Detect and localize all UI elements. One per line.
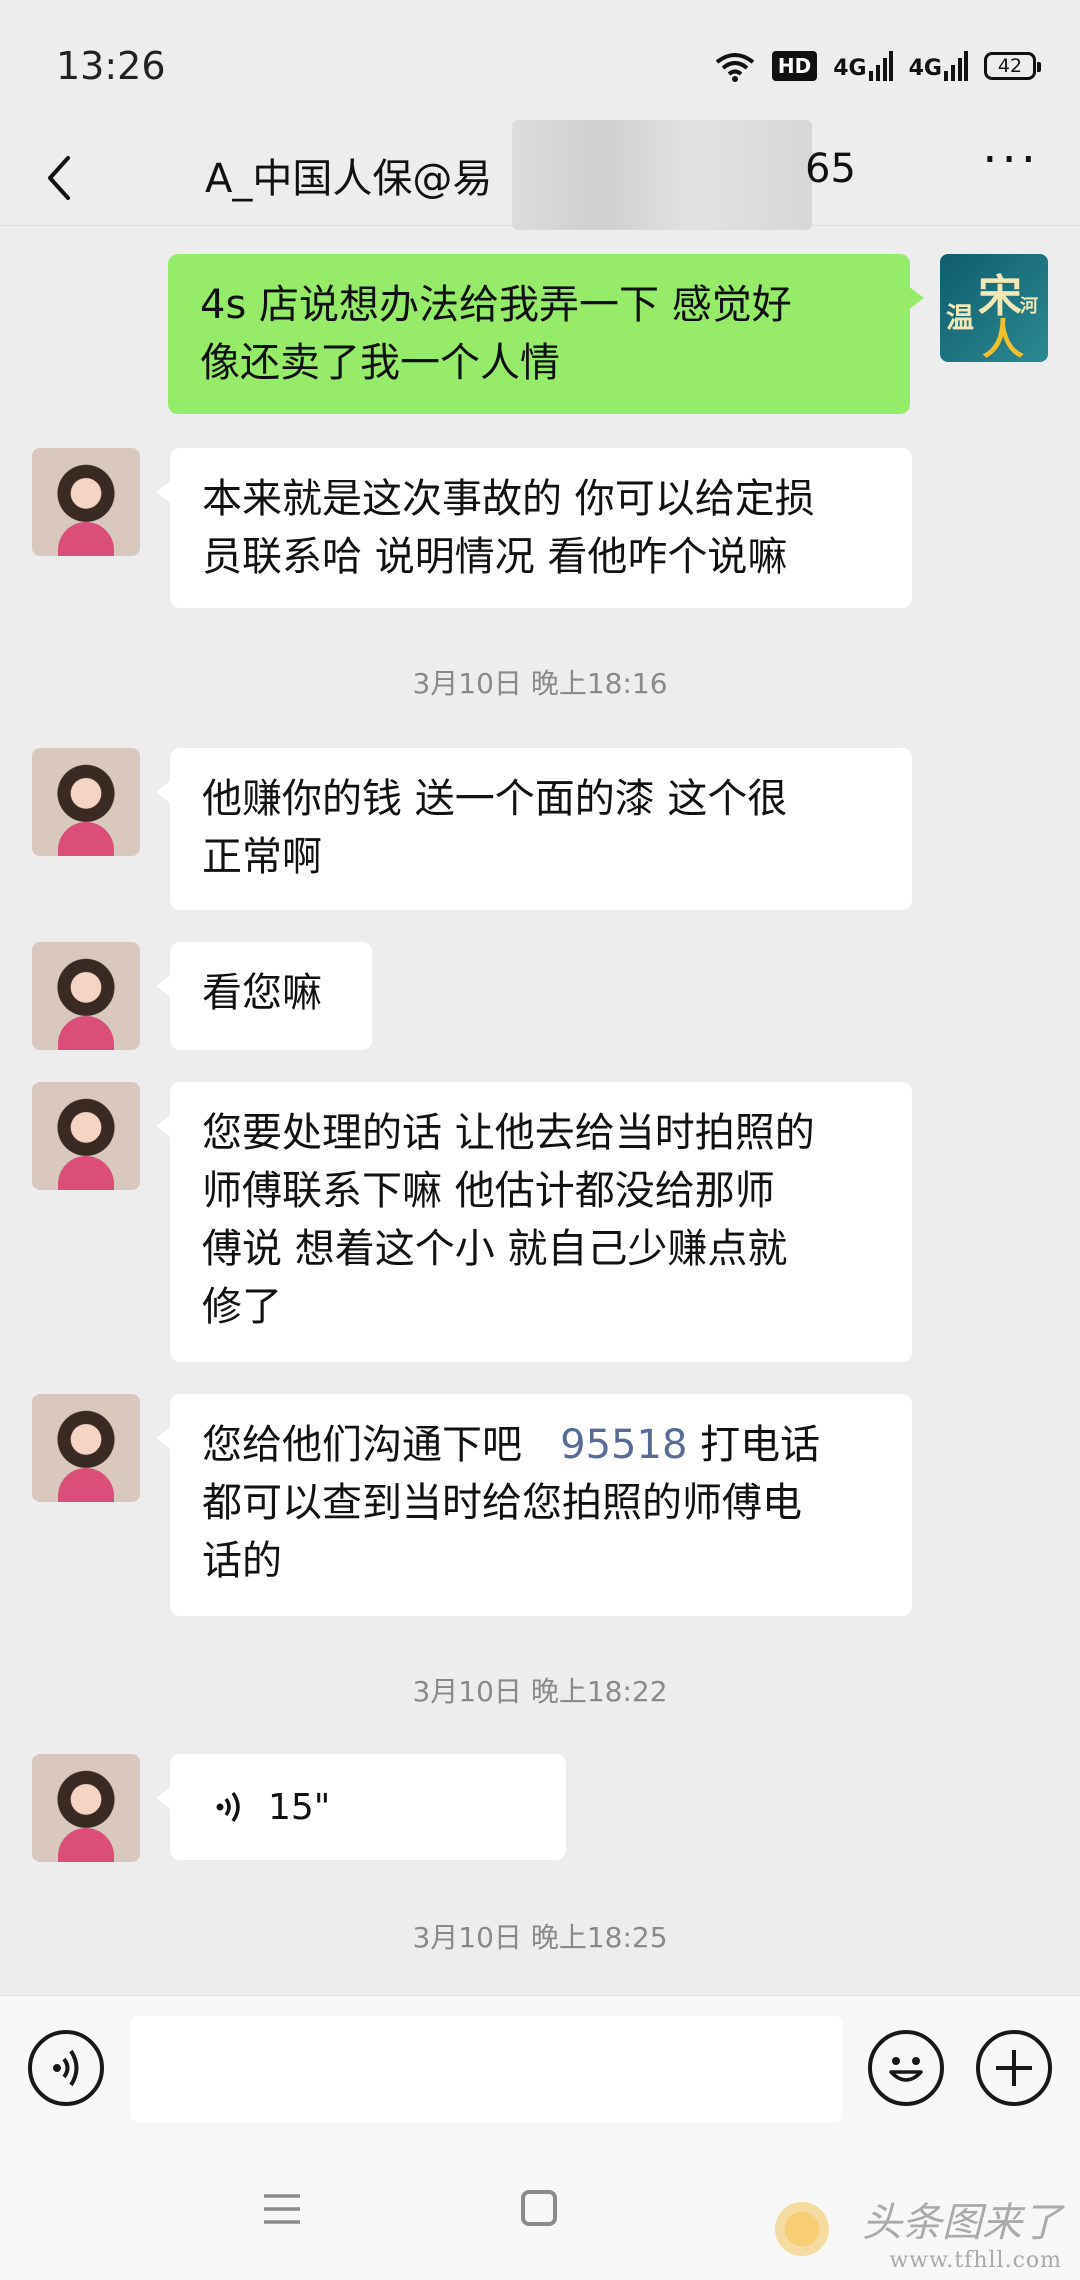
message-timestamp: 3月10日 晚上18:22: [412, 1675, 668, 1708]
message-bubble-received[interactable]: 您要处理的话 让他去给当时拍照的 师傅联系下嘛 他估计都没给那师 傅说 想着这个…: [156, 1082, 912, 1362]
wifi-icon: [715, 53, 755, 82]
message-bubble-sent[interactable]: 4s 店说想办法给我弄一下 感觉好 像还卖了我一个人情: [168, 254, 924, 414]
contact-avatar[interactable]: [32, 448, 140, 556]
message-timestamp: 3月10日 晚上18:16: [412, 667, 668, 700]
chat-title: A_中国人保@易: [205, 156, 493, 202]
watermark-url: www.tfhll.com: [889, 2248, 1062, 2273]
message-line: 您要处理的话 让他去给当时拍照的: [202, 1110, 815, 1156]
message-line: 修了: [202, 1284, 282, 1330]
emoji-face-icon: [889, 2057, 923, 2082]
contact-avatar[interactable]: [32, 748, 140, 856]
voice-message-bubble[interactable]: 15": [156, 1754, 566, 1860]
status-bar: 13:26 HD 4G 4G 42: [0, 0, 1080, 130]
status-icons: HD 4G 4G 42: [714, 46, 1041, 86]
back-arrow-icon[interactable]: [30, 148, 90, 208]
battery-icon: 42: [984, 52, 1041, 80]
watermark-title: 头条图来了: [862, 2200, 1062, 2246]
message-line: 他赚你的钱 送一个面的漆 这个很: [202, 776, 788, 822]
signal-2: 4G: [909, 51, 968, 81]
message-text: 打电话: [687, 1422, 821, 1468]
voice-duration: 15": [268, 1786, 331, 1828]
voice-wave-icon: [216, 1791, 240, 1823]
message-line: 话的: [202, 1538, 282, 1584]
avatar-glyph: 温: [946, 301, 975, 334]
network-type-1: 4G: [833, 56, 867, 81]
message-input-bar: [0, 1995, 1080, 2135]
message-text-input[interactable]: [130, 2016, 842, 2122]
home-button-icon[interactable]: [521, 2190, 557, 2226]
recent-apps-icon[interactable]: [262, 2192, 302, 2226]
voice-input-button[interactable]: [28, 2030, 104, 2106]
phone-number-link[interactable]: 95518: [560, 1422, 687, 1468]
voice-wave-icon: [53, 2049, 79, 2087]
message-text: 您给他们沟通下吧: [202, 1422, 561, 1468]
message-timestamp: 3月10日 晚上18:25: [412, 1921, 668, 1954]
watermark: 头条图来了 www.tfhll.com: [862, 2190, 1062, 2273]
contact-avatar[interactable]: [32, 1082, 140, 1190]
message-bubble-received[interactable]: 他赚你的钱 送一个面的漆 这个很 正常啊: [156, 748, 912, 910]
signal-bars-icon: [944, 51, 968, 81]
message-line: 都可以查到当时给您拍照的师傅电: [202, 1480, 802, 1526]
contact-avatar[interactable]: [32, 942, 140, 1050]
emoji-button[interactable]: [868, 2030, 944, 2106]
chat-title-suffix: 65: [805, 146, 856, 192]
message-bubble-received[interactable]: 您给他们沟通下吧 95518 打电话 都可以查到当时给您拍照的师傅电 话的: [156, 1394, 912, 1616]
message-line: 您给他们沟通下吧 95518 打电话: [202, 1416, 880, 1474]
message-line: 看您嘛: [202, 970, 322, 1016]
message-bubble-received[interactable]: 看您嘛: [156, 942, 372, 1050]
status-time: 13:26: [56, 44, 166, 88]
avatar-glyph: 人: [982, 315, 1025, 362]
message-line: 4s 店说想办法给我弄一下 感觉好: [200, 282, 792, 328]
message-line: 傅说 想着这个小 就自己少赚点就: [202, 1226, 788, 1272]
signal-1: 4G: [833, 51, 893, 81]
more-options-button[interactable]: ···: [982, 136, 1040, 184]
redacted-title-mask: [512, 120, 812, 230]
hd-voice-badge: HD: [771, 51, 818, 81]
watermark-logo-icon: [775, 2202, 829, 2256]
more-functions-button[interactable]: [976, 2030, 1052, 2106]
my-avatar[interactable]: 宋 温 人 河: [940, 254, 1048, 362]
message-line: 像还卖了我一个人情: [200, 340, 560, 386]
signal-bars-icon: [868, 51, 893, 81]
contact-avatar[interactable]: [32, 1394, 140, 1502]
message-line: 员联系哈 说明情况 看他咋个说嘛: [202, 534, 788, 580]
message-line: 本来就是这次事故的 你可以给定损: [202, 476, 815, 522]
message-line: 师傅联系下嘛 他估计都没给那师: [202, 1168, 775, 1214]
avatar-glyph: 河: [1020, 296, 1038, 317]
message-bubble-received[interactable]: 本来就是这次事故的 你可以给定损 员联系哈 说明情况 看他咋个说嘛: [156, 448, 912, 608]
message-line: 正常啊: [202, 834, 322, 880]
plus-icon: [996, 2050, 1032, 2086]
contact-avatar[interactable]: [32, 1754, 140, 1862]
network-type-2: 4G: [908, 56, 942, 81]
